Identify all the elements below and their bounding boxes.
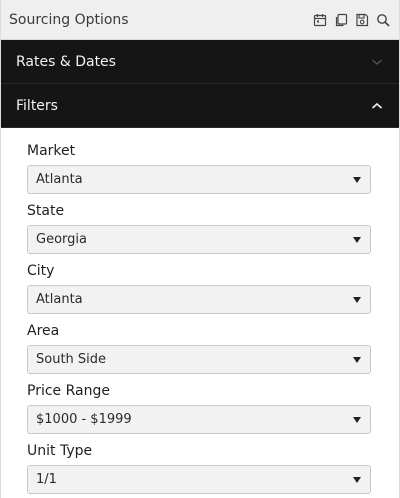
sourcing-options-panel: Sourcing Options Rates & Dates Filters M… <box>0 0 400 498</box>
rates-dates-label: Rates & Dates <box>16 53 116 70</box>
calendar-icon[interactable] <box>312 12 327 27</box>
unit-type-field: Unit Type 1/1 <box>27 442 371 494</box>
dropdown-caret-icon <box>353 236 361 243</box>
market-select[interactable]: Atlanta <box>27 165 371 194</box>
panel-title: Sourcing Options <box>9 11 129 28</box>
unit-type-value: 1/1 <box>36 472 57 487</box>
market-field: Market Atlanta <box>27 142 371 194</box>
price-range-select[interactable]: $1000 - $1999 <box>27 405 371 434</box>
search-icon[interactable] <box>375 12 390 27</box>
state-value: Georgia <box>36 232 87 247</box>
market-value: Atlanta <box>36 172 83 187</box>
header-toolbar <box>312 12 390 27</box>
dropdown-caret-icon <box>353 416 361 423</box>
market-label: Market <box>27 143 76 159</box>
unit-type-select[interactable]: 1/1 <box>27 465 371 494</box>
area-label: Area <box>27 323 60 339</box>
price-range-label: Price Range <box>27 383 110 399</box>
chevron-up-icon <box>371 100 383 112</box>
price-range-value: $1000 - $1999 <box>36 412 132 427</box>
dropdown-caret-icon <box>353 176 361 183</box>
dropdown-caret-icon <box>353 296 361 303</box>
state-label: State <box>27 203 65 219</box>
city-field: City Atlanta <box>27 262 371 314</box>
city-select[interactable]: Atlanta <box>27 285 371 314</box>
dropdown-caret-icon <box>353 356 361 363</box>
state-select[interactable]: Georgia <box>27 225 371 254</box>
area-value: South Side <box>36 352 107 367</box>
filters-label: Filters <box>16 97 58 114</box>
city-value: Atlanta <box>36 292 83 307</box>
copy-icon[interactable] <box>333 12 348 27</box>
filters-body: Market Atlanta State Georgia City Atlant… <box>1 128 399 494</box>
city-label: City <box>27 263 55 279</box>
filters-section-toggle[interactable]: Filters <box>1 84 399 128</box>
save-icon[interactable] <box>354 12 369 27</box>
area-select[interactable]: South Side <box>27 345 371 374</box>
area-field: Area South Side <box>27 322 371 374</box>
rates-dates-section-toggle[interactable]: Rates & Dates <box>1 40 399 84</box>
panel-header: Sourcing Options <box>1 0 399 40</box>
unit-type-label: Unit Type <box>27 443 93 459</box>
price-range-field: Price Range $1000 - $1999 <box>27 382 371 434</box>
dropdown-caret-icon <box>353 476 361 483</box>
chevron-down-icon <box>371 56 383 68</box>
state-field: State Georgia <box>27 202 371 254</box>
